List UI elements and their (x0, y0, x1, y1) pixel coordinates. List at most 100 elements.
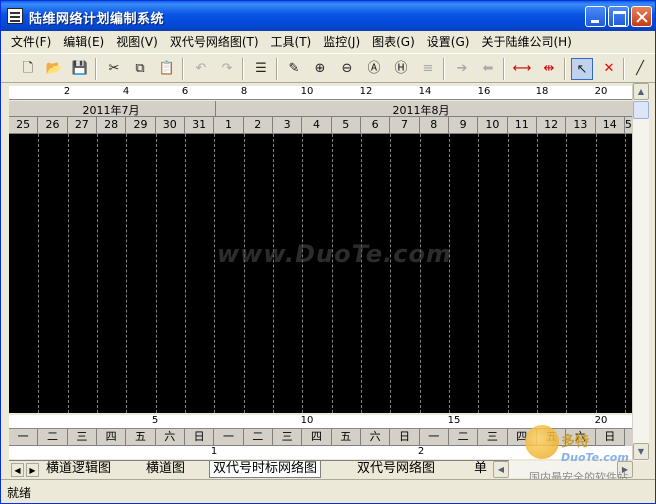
zoom-fit-icon[interactable]: Ⓐ (363, 58, 385, 80)
tab-single[interactable]: 单 (471, 461, 490, 478)
line-icon[interactable]: ╱ (629, 58, 651, 80)
grid-line (97, 134, 98, 413)
redo-icon[interactable]: ↷ (216, 58, 238, 80)
grid-line (449, 134, 450, 413)
ruler-number: 14 (418, 86, 432, 97)
grid-line (273, 134, 274, 413)
expand-icon[interactable]: ⟷ (511, 58, 533, 80)
grid-line (214, 134, 215, 413)
day-cell: 14 (595, 117, 625, 134)
weekday-cell: 三 (478, 429, 508, 446)
logo-site: DuoTe.com (561, 451, 629, 464)
close-button[interactable] (631, 6, 652, 27)
tab-bar-chart[interactable]: 横道图 (143, 461, 188, 478)
toolbar-separator (564, 58, 566, 80)
menu-double-network[interactable]: 双代号网络图(T) (164, 31, 265, 51)
weekday-cell: 三 (67, 429, 97, 446)
day-cell: 8 (419, 117, 449, 134)
tab-prev-icon[interactable]: ◀ (11, 463, 24, 477)
menu-charts[interactable]: 图表(G) (366, 31, 421, 51)
weekday-cell: 五 (331, 429, 361, 446)
zoom-out-icon[interactable]: ⊖ (336, 58, 358, 80)
day-cell: 1 (214, 117, 244, 134)
pointer-icon[interactable]: ↖ (571, 58, 593, 80)
menu-file[interactable]: 文件(F) (5, 31, 57, 51)
day-cell: 27 (67, 117, 97, 134)
toolbar-separator (503, 58, 505, 80)
undo-icon[interactable]: ↶ (190, 58, 212, 80)
ruler-number: 6 (181, 86, 189, 97)
grid-line (126, 134, 127, 413)
day-cell: 5 (331, 117, 361, 134)
weekday-cell: 三 (272, 429, 303, 446)
toolbar-separator (276, 58, 278, 80)
collapse-icon[interactable]: ⇹ (538, 58, 560, 80)
day-cell: 12 (536, 117, 567, 134)
day-cell: 6 (360, 117, 391, 134)
app-window: 陆维网络计划编制系统 文件(F) 编辑(E) 视图(V) 双代号网络图(T) 工… (0, 0, 656, 504)
zoom-h-icon[interactable]: Ⓗ (390, 58, 412, 80)
minimize-button[interactable] (585, 6, 606, 27)
menu-tools[interactable]: 工具(T) (265, 31, 318, 51)
paste-icon[interactable]: 📋 (156, 58, 178, 80)
duote-logo: 多特 DuoTe.com 国内最安全的软件站 (521, 425, 655, 485)
weekday-cell: 四 (96, 429, 127, 446)
ruler-number: 2 (417, 446, 425, 457)
tab-bar-logic[interactable]: 横道逻辑图 (43, 461, 114, 478)
open-icon[interactable]: 📂 (43, 58, 65, 80)
vertical-scrollbar[interactable]: ▲ ▼ (632, 83, 649, 461)
new-icon[interactable]: 🗋 (17, 58, 39, 80)
day-header: 25 26 27 28 29 30 31 1 2 3 4 5 6 7 8 9 10 11 12 13 14 5 (9, 117, 633, 134)
grid-line (420, 134, 421, 413)
copy-icon[interactable]: ⧉ (129, 58, 151, 80)
menu-edit[interactable]: 编辑(E) (57, 31, 110, 51)
app-icon[interactable] (7, 8, 23, 24)
day-cell: 25 (9, 117, 39, 134)
menu-monitor[interactable]: 监控(J) (317, 31, 366, 51)
grid-line (302, 134, 303, 413)
tab-timescale-network[interactable]: 双代号时标网络图 (209, 461, 322, 478)
weekday-cell: 一 (9, 429, 39, 446)
toolbar-separator (443, 58, 445, 80)
grid-line (38, 134, 39, 413)
ruler-number: 5 (151, 415, 159, 426)
ruler-number: 10 (300, 86, 314, 97)
delete-icon[interactable]: ✕ (598, 58, 620, 80)
menu-settings[interactable]: 设置(G) (421, 31, 476, 51)
day-cell: 2 (243, 117, 273, 134)
grid-line (596, 134, 597, 413)
cut-icon[interactable]: ✂ (103, 58, 125, 80)
toolbar-separator (242, 58, 244, 80)
grid-line (508, 134, 509, 413)
day-cell: 31 (184, 117, 215, 134)
weekday-cell: 二 (243, 429, 273, 446)
save-icon[interactable]: 💾 (69, 58, 91, 80)
network-canvas[interactable]: www.DuoTe.com (9, 134, 632, 413)
grid-line (390, 134, 391, 413)
align-icon[interactable]: ≡ (417, 58, 439, 80)
arrow-right-icon[interactable]: ➔ (451, 58, 473, 80)
scroll-up-icon[interactable]: ▲ (633, 83, 649, 100)
list-icon[interactable]: ☰ (250, 58, 272, 80)
grid-line (478, 134, 479, 413)
weekday-cell: 日 (390, 429, 420, 446)
month-label: 2011年8月 (392, 104, 450, 117)
zoom-in-icon[interactable]: ⊕ (309, 58, 331, 80)
day-cell: 26 (38, 117, 68, 134)
tab-double-network[interactable]: 双代号网络图 (354, 461, 438, 478)
logo-emblem (525, 425, 559, 459)
grid-line (156, 134, 157, 413)
title-bar[interactable]: 陆维网络计划编制系统 (1, 1, 655, 31)
menu-about[interactable]: 关于陆维公司(H) (475, 31, 577, 51)
edit-icon[interactable]: ✎ (283, 58, 305, 80)
tab-next-icon[interactable]: ▶ (26, 463, 39, 477)
menu-view[interactable]: 视图(V) (110, 31, 164, 51)
grid-line (244, 134, 245, 413)
arrow-left-icon[interactable]: ⬅ (477, 58, 499, 80)
weekday-cell: 四 (302, 429, 332, 446)
ruler-number: 10 (300, 415, 314, 426)
scroll-left-icon[interactable]: ◀ (493, 461, 509, 478)
maximize-button[interactable] (608, 6, 629, 27)
scroll-thumb[interactable] (633, 101, 649, 119)
grid-line (566, 134, 567, 413)
